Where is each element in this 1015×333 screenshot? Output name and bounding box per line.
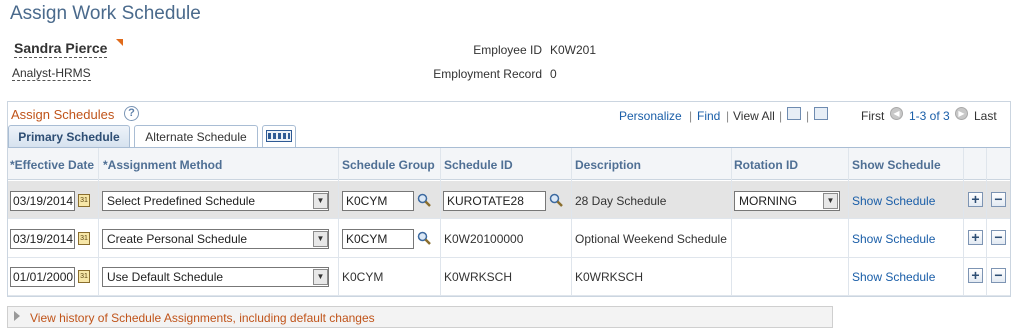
nav-separator: | <box>806 109 810 123</box>
help-icon[interactable]: ? <box>124 106 139 121</box>
lookup-search-icon[interactable] <box>417 193 431 207</box>
personalize-link[interactable]: Personalize <box>619 109 682 123</box>
view-all-link[interactable]: View All <box>733 109 775 123</box>
employee-id-value: K0W201 <box>550 43 597 57</box>
show-schedule-link[interactable]: Show Schedule <box>852 194 935 208</box>
schedule-id-text: K0WRKSCH <box>444 270 513 284</box>
page-title: Assign Work Schedule <box>10 3 201 24</box>
description-text: K0WRKSCH <box>575 270 644 284</box>
effective-date-input[interactable]: 03/19/2014 <box>10 229 75 249</box>
effective-date-input[interactable]: 01/01/2000 <box>10 267 75 287</box>
employee-name[interactable]: Sandra Pierce <box>14 40 108 58</box>
history-section-label[interactable]: View history of Schedule Assignments, in… <box>30 311 375 325</box>
nav-separator: | <box>689 109 693 123</box>
column-divider <box>571 148 572 296</box>
col-show-schedule[interactable]: Show Schedule <box>852 158 941 172</box>
find-link[interactable]: Find <box>697 109 720 123</box>
add-row-button[interactable]: + <box>968 230 983 245</box>
lookup-search-icon[interactable] <box>549 193 563 207</box>
col-description[interactable]: Description <box>575 158 641 172</box>
employee-job-title[interactable]: Analyst-HRMS <box>12 66 91 81</box>
description-text: Optional Weekend Schedule <box>575 232 727 246</box>
assignment-method-select[interactable]: Select Predefined Schedule <box>102 191 329 211</box>
lookup-search-icon[interactable] <box>417 231 431 245</box>
row-range: 1-3 of 3 <box>909 109 950 123</box>
download-grid-icon[interactable] <box>814 107 828 120</box>
column-divider <box>731 148 732 296</box>
schedule-group-text: K0CYM <box>342 270 384 284</box>
col-assignment-method[interactable]: *Assignment Method <box>103 158 222 172</box>
assignment-method-select[interactable]: Create Personal Schedule <box>102 229 329 249</box>
expand-arrow-icon[interactable] <box>14 311 20 321</box>
add-row-button[interactable]: + <box>968 192 983 207</box>
calendar-icon[interactable]: 31 <box>78 232 90 245</box>
col-effective-date[interactable]: *Effective Date <box>10 158 94 172</box>
delete-row-button[interactable]: − <box>991 192 1006 207</box>
delete-row-button[interactable]: − <box>991 230 1006 245</box>
assignment-method-select[interactable]: Use Default Schedule <box>102 267 329 287</box>
chevron-down-icon[interactable]: ▼ <box>313 193 328 209</box>
schedule-id-text: K0W20100000 <box>444 232 524 246</box>
chevron-down-icon[interactable]: ▼ <box>313 231 328 247</box>
description-text: 28 Day Schedule <box>575 194 667 208</box>
column-divider <box>848 148 849 296</box>
calendar-icon[interactable]: 31 <box>78 194 90 207</box>
chevron-down-icon[interactable]: ▼ <box>313 269 328 285</box>
show-schedule-link[interactable]: Show Schedule <box>852 232 935 246</box>
zoom-grid-icon[interactable] <box>787 107 801 120</box>
related-actions-flag-icon[interactable] <box>116 39 123 46</box>
column-divider <box>963 148 964 296</box>
employment-record-label: Employment Record <box>433 67 542 81</box>
col-schedule-group[interactable]: Schedule Group <box>342 158 435 172</box>
show-all-columns-icon <box>266 130 292 142</box>
delete-row-button[interactable]: − <box>991 268 1006 283</box>
col-schedule-id[interactable]: Schedule ID <box>444 158 513 172</box>
schedule-id-input[interactable]: KUROTATE28 <box>443 191 546 211</box>
last-link[interactable]: Last <box>974 109 997 123</box>
tab-alternate-schedule[interactable]: Alternate Schedule <box>134 125 258 147</box>
calendar-icon[interactable]: 31 <box>78 270 90 283</box>
column-divider <box>98 148 99 296</box>
col-rotation-id[interactable]: Rotation ID <box>734 158 798 172</box>
column-divider <box>338 148 339 296</box>
employee-id-label: Employee ID <box>473 43 542 57</box>
next-row-icon[interactable]: ▶ <box>955 107 968 120</box>
grid-title: Assign Schedules <box>11 107 115 122</box>
show-schedule-link[interactable]: Show Schedule <box>852 270 935 284</box>
show-all-columns-tab[interactable] <box>262 125 296 147</box>
previous-row-icon[interactable]: ◀ <box>890 107 903 120</box>
schedule-group-input[interactable]: K0CYM <box>342 229 414 249</box>
nav-separator: | <box>779 109 783 123</box>
column-divider <box>440 148 441 296</box>
employment-record-value: 0 <box>550 67 557 81</box>
tab-primary-schedule[interactable]: Primary Schedule <box>8 125 130 147</box>
chevron-down-icon[interactable]: ▼ <box>823 193 838 209</box>
nav-separator: | <box>726 109 730 123</box>
add-row-button[interactable]: + <box>968 268 983 283</box>
effective-date-input[interactable]: 03/19/2014 <box>10 191 75 211</box>
schedule-group-input[interactable]: K0CYM <box>342 191 414 211</box>
first-link[interactable]: First <box>861 109 884 123</box>
column-divider <box>986 148 987 296</box>
